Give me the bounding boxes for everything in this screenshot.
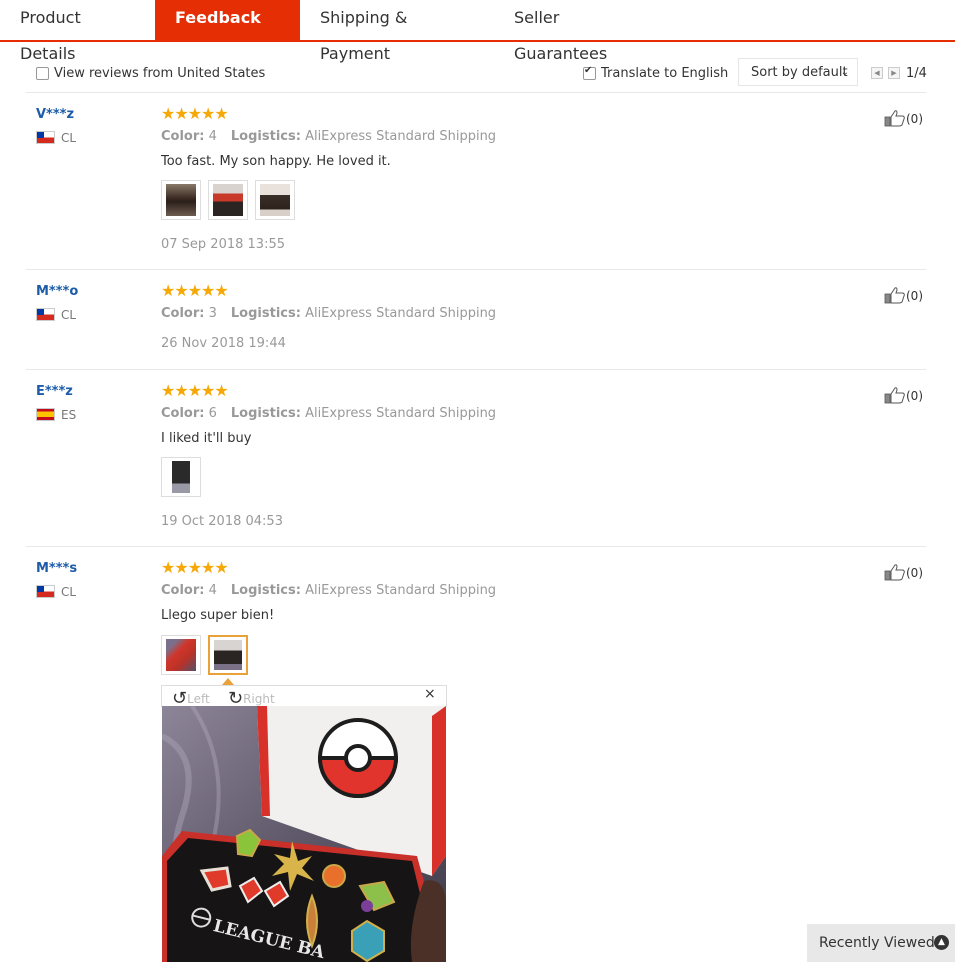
translate-label[interactable]: Translate to English [601,66,728,81]
thumbs-up-icon [884,564,905,581]
review-meta: Color: 6 Logistics: AliExpress Standard S… [161,406,496,421]
like-count: (0) [906,566,923,580]
reviewer-country: CL [36,131,76,145]
country-code: CL [61,308,77,322]
like-count: (0) [906,389,923,403]
chile-flag-icon [36,585,55,598]
star-rating: ★★★★★ [161,281,229,300]
color-label: Color: [161,129,205,144]
review-item: M***o CL ★★★★★ Color: 3 Logistics: AliExp… [26,270,926,370]
sort-label: Sort by default [751,65,848,80]
like-count: (0) [906,112,923,126]
tab-feedback[interactable]: Feedback (43) [155,0,300,63]
reviewer-country: CL [36,585,76,599]
logistics-label: Logistics: [230,129,301,144]
view-us-checkbox[interactable] [36,67,49,80]
logistics-value: AliExpress Standard Shipping [305,406,497,421]
translate-checkbox[interactable] [583,65,596,80]
review-meta: Color: 4 Logistics: AliExpress Standard S… [161,583,496,598]
review-photo-thumb[interactable] [161,457,201,497]
color-value: 3 [208,306,217,321]
thumbs-up-icon [884,287,905,304]
reviewer-country: ES [36,408,76,422]
like-count: (0) [906,289,923,303]
thumbs-up-icon [884,110,905,127]
prev-page-button[interactable]: ◀ [871,67,883,79]
chevron-down-icon: ⌄ [840,67,849,78]
rotate-right-button[interactable]: ↻Right [228,687,275,709]
like-button[interactable]: (0) [884,386,923,404]
review-meta: Color: 3 Logistics: AliExpress Standard S… [161,306,496,321]
logistics-value: AliExpress Standard Shipping [305,129,497,144]
star-rating: ★★★★★ [161,104,229,123]
like-button[interactable]: (0) [884,286,923,304]
color-value: 6 [208,406,217,421]
thumbs-up-icon [884,387,905,404]
review-text: Too fast. My son happy. He loved it. [161,154,391,169]
reviewer-name[interactable]: V***z [36,107,74,122]
logistics-label: Logistics: [230,583,301,598]
reviewer-country: CL [36,308,76,322]
tab-seller-guarantees[interactable]: Seller Guarantees [494,0,666,63]
reviewer-name[interactable]: M***s [36,561,77,576]
page-indicator: 1/4 [906,66,927,81]
review-date: 19 Oct 2018 04:53 [161,514,283,529]
review-photo-thumb-selected[interactable] [208,635,248,675]
star-rating: ★★★★★ [161,381,229,400]
tab-product-details[interactable]: Product Details [0,0,155,63]
country-code: CL [61,131,77,145]
rotate-left-button[interactable]: ↺Left [172,687,210,709]
image-viewer: ↺Left ↻Right × LEAGUE BA [161,678,447,962]
like-button[interactable]: (0) [884,563,923,581]
badge-box-photo: LEAGUE BA [162,706,446,962]
viewer-toolbar: ↺Left ↻Right × [161,685,447,709]
country-code: ES [61,408,77,422]
view-us-label[interactable]: View reviews from United States [54,66,265,81]
logistics-value: AliExpress Standard Shipping [305,583,497,598]
color-value: 4 [208,583,217,598]
review-date: 26 Nov 2018 19:44 [161,336,286,351]
review-photo-thumb[interactable] [208,180,248,220]
chile-flag-icon [36,131,55,144]
logistics-value: AliExpress Standard Shipping [305,306,497,321]
chile-flag-icon [36,308,55,321]
logistics-label: Logistics: [230,306,301,321]
review-photo-thumb[interactable] [161,180,201,220]
review-photo-thumb[interactable] [255,180,295,220]
close-icon[interactable]: × [424,686,436,702]
review-photo-large: LEAGUE BA [162,706,446,962]
feedback-toolbar: View reviews from United States Translat… [26,58,927,93]
reviewer-name[interactable]: E***z [36,384,73,399]
review-date: 07 Sep 2018 13:55 [161,237,285,252]
color-value: 4 [208,129,217,144]
recently-viewed-button[interactable]: Recently Viewed ▲ [807,924,955,962]
review-text: I liked it'll buy [161,431,252,446]
recently-viewed-label: Recently Viewed [819,935,935,951]
logistics-label: Logistics: [230,406,301,421]
color-label: Color: [161,583,205,598]
review-meta: Color: 4 Logistics: AliExpress Standard S… [161,129,496,144]
like-button[interactable]: (0) [884,109,923,127]
country-code: CL [61,585,77,599]
review-photo-thumb[interactable] [161,635,201,675]
rotate-left-label: Left [187,692,210,706]
next-page-button[interactable]: ▶ [888,67,900,79]
tab-shipping-payment[interactable]: Shipping & Payment [300,0,492,63]
review-item: V***z CL ★★★★★ Color: 4 Logistics: AliExp… [26,93,926,270]
reviewer-name[interactable]: M***o [36,284,78,299]
review-text: Llego super bien! [161,608,275,623]
spain-flag-icon [36,408,55,421]
tab-bar: Product Details Feedback (43) Shipping &… [0,0,955,63]
color-label: Color: [161,306,205,321]
review-item: E***z ES ★★★★★ Color: 6 Logistics: AliExp… [26,370,926,547]
rotate-right-label: Right [243,692,275,706]
sort-dropdown[interactable]: Sort by default ⌄ [738,58,858,86]
chevron-up-icon: ▲ [934,935,949,950]
star-rating: ★★★★★ [161,558,229,577]
color-label: Color: [161,406,205,421]
viewer-pointer [222,678,234,685]
